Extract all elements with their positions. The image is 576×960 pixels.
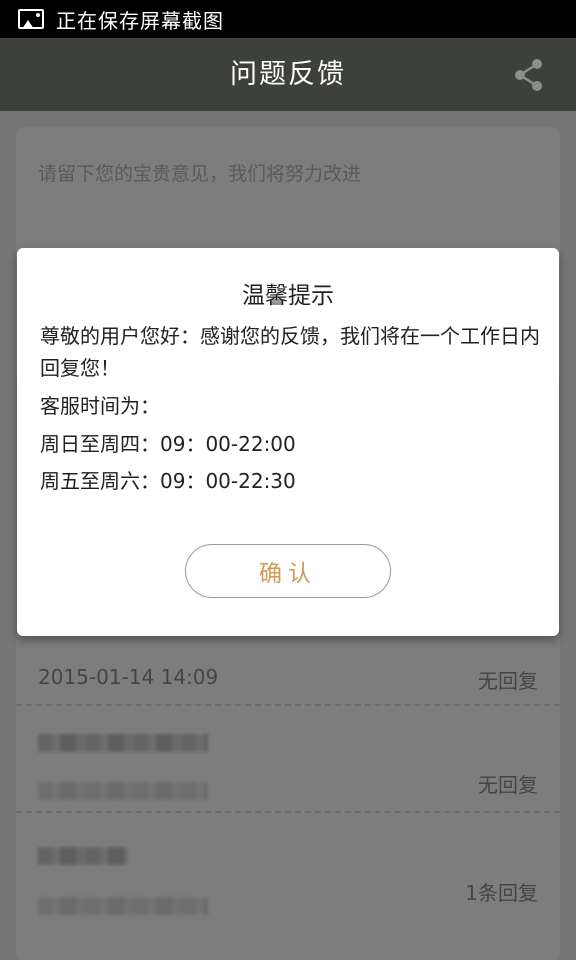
status-bar: 正在保存屏幕截图 <box>0 0 576 38</box>
service-hours-weekday: 周日至周四：09：00-22:00 <box>40 432 296 456</box>
share-icon[interactable] <box>512 58 546 92</box>
page-title: 问题反馈 <box>230 59 346 90</box>
notice-dialog: 温馨提示 尊敬的用户您好：感谢您的反馈，我们将在一个工作日内回复您！ 客服时间为… <box>17 248 559 636</box>
dialog-message: 尊敬的用户您好：感谢您的反馈，我们将在一个工作日内回复您！ <box>40 324 540 380</box>
confirm-button[interactable]: 确认 <box>185 544 391 598</box>
dialog-title: 温馨提示 <box>242 283 334 309</box>
status-text: 正在保存屏幕截图 <box>56 8 224 33</box>
service-hours-weekend: 周五至周六：09：00-22:30 <box>40 469 296 493</box>
image-icon <box>18 9 44 29</box>
service-hours-label: 客服时间为： <box>40 394 160 418</box>
app-header: 问题反馈 <box>0 38 576 111</box>
